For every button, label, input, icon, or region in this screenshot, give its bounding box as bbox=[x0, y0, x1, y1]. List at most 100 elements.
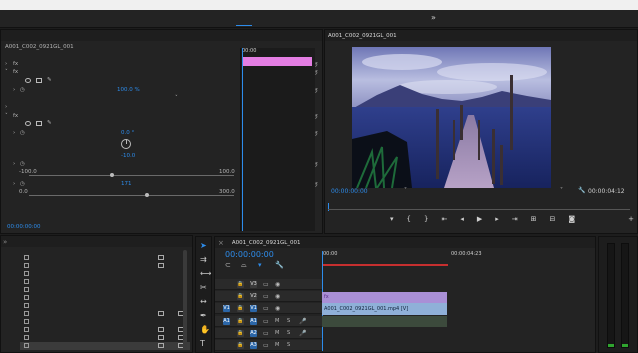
mark-out-icon[interactable]: } bbox=[424, 215, 428, 223]
microphone-icon[interactable]: 🎤 bbox=[299, 330, 306, 337]
sequence-tab[interactable]: A001_C002_0921GL_001 bbox=[232, 240, 301, 246]
lift-icon[interactable]: ⊞ bbox=[531, 215, 537, 223]
wrench-icon[interactable]: 🔧 bbox=[275, 261, 284, 269]
lock-icon[interactable]: 🔒 bbox=[237, 342, 244, 349]
track-label-a1[interactable]: A1 bbox=[250, 318, 257, 325]
rectangle-mask-icon[interactable] bbox=[36, 121, 42, 126]
saturation-value[interactable]: 171 bbox=[121, 181, 132, 187]
track-label-a3[interactable]: A3 bbox=[250, 342, 257, 349]
work-area-bar[interactable] bbox=[322, 264, 448, 266]
play-icon[interactable]: ▶ bbox=[477, 215, 482, 223]
eye-icon[interactable]: ◉ bbox=[275, 305, 282, 312]
fx-badge-icon[interactable]: fx bbox=[13, 113, 18, 119]
chevron-down-icon[interactable]: ˅ bbox=[560, 187, 563, 194]
video-clip[interactable]: A001_C002_0921GL_001.mp4 [V] bbox=[322, 303, 447, 315]
pen-mask-icon[interactable]: ✎ bbox=[47, 120, 52, 126]
snap-icon[interactable]: ⊂ bbox=[225, 261, 231, 269]
razor-tool-icon[interactable]: ✂ bbox=[200, 283, 207, 292]
ellipse-mask-icon[interactable] bbox=[25, 78, 31, 83]
list-item[interactable] bbox=[20, 270, 190, 278]
mute-button[interactable]: M bbox=[275, 330, 282, 337]
add-button-icon[interactable]: + bbox=[628, 215, 634, 223]
chevron-down-icon[interactable]: ˅ bbox=[404, 187, 407, 194]
lock-icon[interactable]: 🔒 bbox=[237, 293, 244, 300]
sync-lock-icon[interactable]: ▭ bbox=[263, 342, 270, 349]
sync-lock-icon[interactable]: ▭ bbox=[263, 305, 270, 312]
ec-playhead[interactable] bbox=[242, 48, 243, 231]
track-label-v2[interactable]: V2 bbox=[250, 293, 257, 300]
export-frame-icon[interactable]: ◙ bbox=[568, 215, 575, 223]
ellipse-mask-icon[interactable] bbox=[25, 121, 31, 126]
expand-icon[interactable]: › bbox=[13, 130, 15, 136]
lock-icon[interactable]: 🔒 bbox=[237, 330, 244, 337]
adjustment-layer-clip[interactable]: fx bbox=[322, 292, 447, 303]
hue-dial[interactable] bbox=[121, 139, 131, 149]
hue-value[interactable]: 0.0 ° bbox=[121, 130, 134, 136]
list-item-selected[interactable] bbox=[20, 342, 190, 350]
stopwatch-icon[interactable]: ◷ bbox=[20, 181, 25, 187]
track-label-v3[interactable]: V3 bbox=[250, 281, 257, 288]
sync-lock-icon[interactable]: ▭ bbox=[263, 281, 270, 288]
list-item[interactable] bbox=[20, 318, 190, 326]
list-item[interactable] bbox=[20, 310, 190, 318]
fx-badge-icon[interactable]: fx bbox=[13, 69, 18, 75]
mark-in-icon[interactable]: { bbox=[407, 215, 411, 223]
ec-mini-clip[interactable] bbox=[242, 57, 312, 66]
track-label-a2[interactable]: A2 bbox=[250, 330, 257, 337]
luma-slider-track[interactable] bbox=[29, 175, 234, 176]
lock-icon[interactable]: 🔒 bbox=[237, 281, 244, 288]
chevron-down-icon[interactable]: ˅ bbox=[175, 95, 178, 101]
saturation-slider-knob[interactable] bbox=[145, 193, 149, 197]
expand-icon[interactable]: › bbox=[5, 61, 7, 67]
luma-value-small[interactable]: -10.0 bbox=[121, 153, 135, 159]
lock-icon[interactable]: 🔒 bbox=[237, 318, 244, 325]
collapse-icon[interactable]: ˅ bbox=[5, 69, 8, 75]
mute-button[interactable]: M bbox=[275, 342, 282, 349]
solo-button[interactable]: S bbox=[287, 318, 294, 325]
pen-tool-icon[interactable]: ✒ bbox=[200, 311, 207, 320]
mute-button[interactable]: M bbox=[275, 318, 282, 325]
list-item[interactable] bbox=[20, 326, 190, 334]
more-workspaces-icon[interactable]: » bbox=[431, 13, 436, 22]
add-marker-icon[interactable]: ▾ bbox=[258, 261, 262, 269]
list-item[interactable] bbox=[20, 254, 190, 262]
list-item[interactable] bbox=[20, 278, 190, 286]
stopwatch-icon[interactable]: ◷ bbox=[20, 87, 25, 93]
sync-lock-icon[interactable]: ▭ bbox=[263, 330, 270, 337]
collapse-icon[interactable]: ˅ bbox=[5, 113, 8, 119]
solo-button[interactable]: S bbox=[287, 342, 294, 349]
go-to-out-icon[interactable]: ⇥ bbox=[512, 215, 518, 223]
expand-icon[interactable]: › bbox=[13, 181, 15, 187]
saturation-slider-track[interactable] bbox=[29, 195, 234, 196]
list-item[interactable] bbox=[20, 302, 190, 310]
eye-icon[interactable]: ◉ bbox=[275, 293, 282, 300]
track-label-v1[interactable]: V1 bbox=[250, 305, 257, 312]
program-timecode[interactable]: 00:00:00:00 bbox=[331, 188, 368, 195]
effects-scrollbar[interactable] bbox=[183, 250, 187, 350]
sync-lock-icon[interactable]: ▭ bbox=[263, 318, 270, 325]
source-patch-v1[interactable]: V1 bbox=[223, 305, 230, 312]
list-item[interactable] bbox=[20, 262, 190, 270]
lock-icon[interactable]: 🔒 bbox=[237, 305, 244, 312]
list-item[interactable] bbox=[20, 294, 190, 302]
expand-icon[interactable]: › bbox=[13, 87, 15, 93]
track-select-tool-icon[interactable]: ⇉ bbox=[200, 255, 207, 264]
hand-tool-icon[interactable]: ✋ bbox=[200, 325, 210, 334]
program-scrub-bar[interactable] bbox=[328, 209, 630, 210]
eye-icon[interactable]: ◉ bbox=[275, 281, 282, 288]
go-to-in-icon[interactable]: ⇤ bbox=[441, 215, 447, 223]
stopwatch-icon[interactable]: ◷ bbox=[20, 130, 25, 136]
sync-lock-icon[interactable]: ▭ bbox=[263, 293, 270, 300]
menu-icon[interactable]: » bbox=[3, 238, 7, 246]
step-forward-icon[interactable]: ▸ bbox=[495, 215, 499, 223]
opacity-value[interactable]: 100.0 % bbox=[117, 87, 140, 93]
selection-tool-icon[interactable]: ➤ bbox=[200, 241, 207, 250]
type-tool-icon[interactable]: T bbox=[200, 339, 205, 348]
linked-selection-icon[interactable]: ⌓ bbox=[241, 261, 247, 270]
rectangle-mask-icon[interactable] bbox=[36, 78, 42, 83]
add-marker-icon[interactable]: ▾ bbox=[390, 215, 394, 223]
fx-badge-icon[interactable]: fx bbox=[13, 61, 18, 67]
list-item[interactable] bbox=[20, 334, 190, 342]
luma-slider-knob[interactable] bbox=[110, 173, 114, 177]
ec-timecode[interactable]: 00:00:00:00 bbox=[7, 224, 41, 230]
